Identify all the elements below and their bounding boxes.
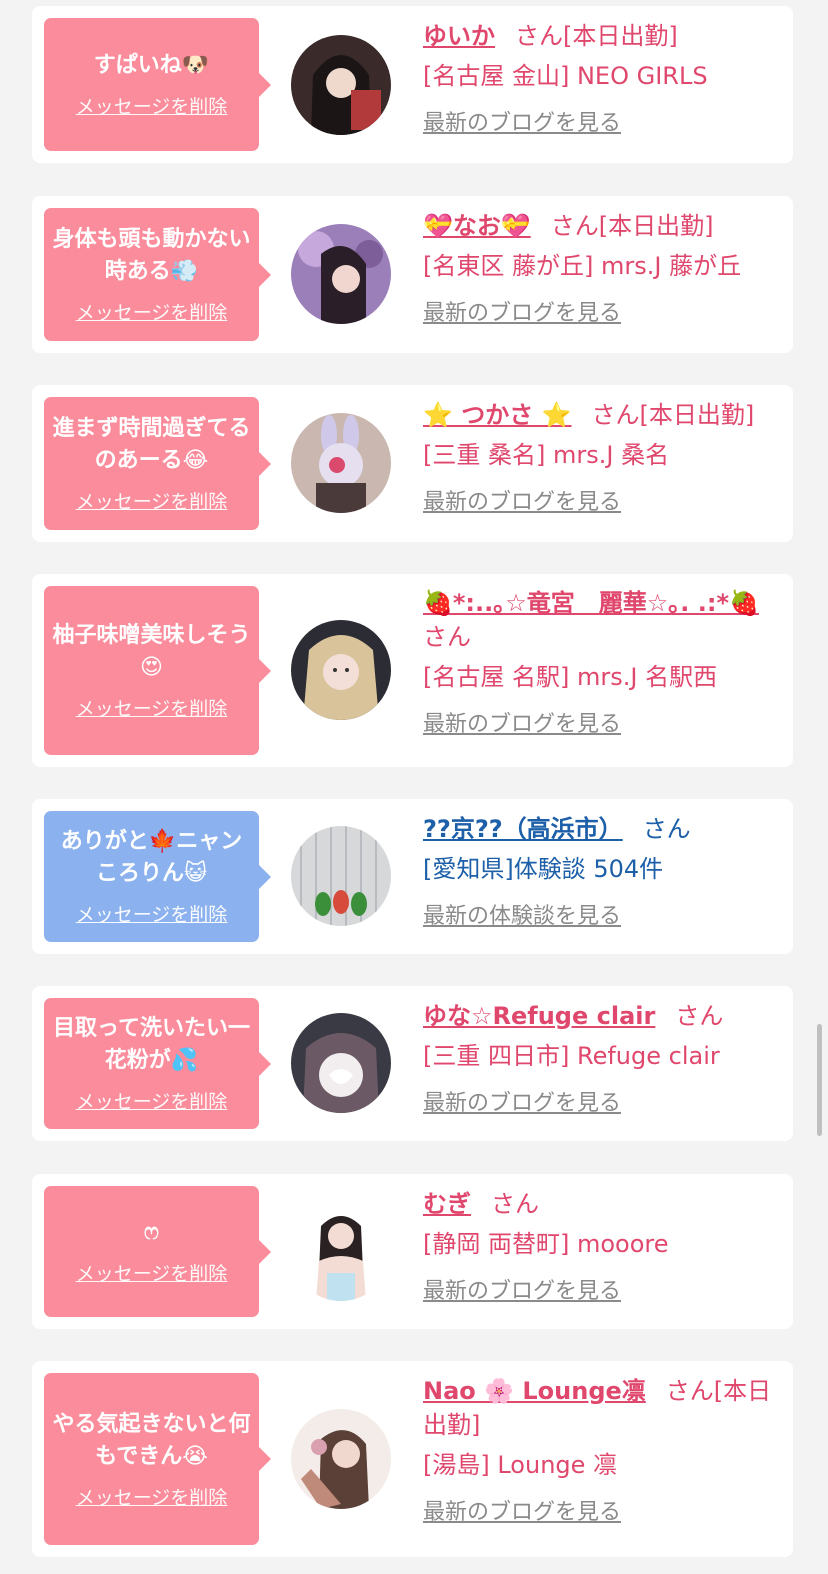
work-status: [本日出勤]	[639, 401, 755, 429]
cast-info: ゆな☆Refuge clair さん [三重 四日市] Refuge clair …	[423, 999, 779, 1117]
shop-info: [湯島] Lounge 凛	[423, 1451, 618, 1479]
honorific: さん	[515, 22, 563, 50]
message-card: 身体も頭も動かない時ある💨 メッセージを削除 💝なお💝 さん[本日出勤] [名東区…	[32, 196, 793, 353]
message-card: やる気起きないと何もできん😭 メッセージを削除 Nao 🌸 Lounge凛 さん[…	[32, 1361, 793, 1557]
honorific: さん	[491, 1190, 539, 1218]
message-bubble: やる気起きないと何もできん😭 メッセージを削除	[44, 1373, 271, 1545]
message-bubble: 柚子味噌美味しそう😍 メッセージを削除	[44, 586, 271, 755]
latest-blog-link[interactable]: 最新のブログを見る	[423, 295, 621, 327]
message-text: やる気起きないと何もできん😭	[52, 1411, 251, 1469]
message-text: ෆ	[144, 1220, 159, 1245]
delete-message-link[interactable]: メッセージを削除	[76, 900, 228, 927]
latest-review-link[interactable]: 最新の体験談を見る	[423, 898, 621, 930]
cast-name-link[interactable]: むぎ	[423, 1190, 471, 1218]
cast-name-link[interactable]: 💝なお💝	[423, 212, 531, 240]
latest-blog-link[interactable]: 最新のブログを見る	[423, 484, 621, 516]
cast-info: 🍓*:..｡☆竜宮 麗華☆｡. .:*🍓 さん [名古屋 名駅] mrs.J 名…	[423, 586, 779, 738]
latest-blog-link[interactable]: 最新のブログを見る	[423, 105, 621, 137]
message-bubble: ありがと🍁ニャンころりん😺 メッセージを削除	[44, 811, 271, 942]
avatar[interactable]	[291, 620, 391, 720]
message-bubble: 進まず時間過ぎてるのあーる😂 メッセージを削除	[44, 397, 271, 530]
latest-blog-link[interactable]: 最新のブログを見る	[423, 1273, 621, 1305]
shop-info: [愛知県]体験談 504件	[423, 855, 664, 883]
shop-info: [名古屋 金山] NEO GIRLS	[423, 62, 708, 90]
cast-name-link[interactable]: ⭐ つかさ ⭐	[423, 401, 571, 429]
cast-name-link[interactable]: Nao 🌸 Lounge凛	[423, 1377, 646, 1405]
message-card: すぱいね🐶 メッセージを削除 ゆいか さん[本日出勤] [名古屋 金山] NEO …	[32, 6, 793, 163]
avatar[interactable]	[291, 413, 391, 513]
message-card: 柚子味噌美味しそう😍 メッセージを削除 🍓*:..｡☆竜宮 麗華☆｡. .:*🍓…	[32, 574, 793, 767]
work-status: [本日出勤]	[598, 212, 714, 240]
delete-message-link[interactable]: メッセージを削除	[76, 298, 228, 325]
avatar[interactable]	[291, 826, 391, 926]
latest-blog-link[interactable]: 最新のブログを見る	[423, 706, 621, 738]
honorific: さん	[675, 1002, 724, 1030]
shop-info: [名東区 藤が丘] mrs.J 藤が丘	[423, 252, 742, 280]
honorific: さん	[665, 1377, 714, 1405]
honorific: さん	[550, 212, 599, 240]
cast-name-link[interactable]: ゆいか	[423, 22, 495, 50]
message-bubble: すぱいね🐶 メッセージを削除	[44, 18, 271, 151]
delete-message-link[interactable]: メッセージを削除	[76, 487, 228, 514]
avatar[interactable]	[291, 224, 391, 324]
message-text: ありがと🍁ニャンころりん😺	[60, 829, 243, 886]
delete-message-link[interactable]: メッセージを削除	[76, 92, 228, 119]
avatar[interactable]	[291, 1409, 391, 1509]
delete-message-link[interactable]: メッセージを削除	[76, 1087, 228, 1114]
shop-info: [静岡 両替町] mooore	[423, 1230, 669, 1258]
latest-blog-link[interactable]: 最新のブログを見る	[423, 1085, 621, 1117]
honorific: さん	[591, 401, 640, 429]
message-text: 身体も頭も動かない時ある💨	[52, 227, 251, 284]
message-text: 進まず時間過ぎてるのあーる😂	[52, 416, 251, 473]
cast-info: ゆいか さん[本日出勤] [名古屋 金山] NEO GIRLS 最新のブログを見る	[423, 19, 779, 137]
reviewer-name-link[interactable]: ??京??（高浜市）	[423, 815, 623, 843]
message-card: ありがと🍁ニャンころりん😺 メッセージを削除 ??京??（高浜市） さん [愛知県…	[32, 799, 793, 954]
cast-info: ??京??（高浜市） さん [愛知県]体験談 504件 最新の体験談を見る	[423, 812, 779, 930]
scrollbar[interactable]	[817, 1024, 822, 1136]
shop-info: [三重 桑名] mrs.J 桑名	[423, 441, 670, 469]
message-bubble: 身体も頭も動かない時ある💨 メッセージを削除	[44, 208, 271, 341]
latest-blog-link[interactable]: 最新のブログを見る	[423, 1494, 621, 1526]
cast-info: むぎ さん [静岡 両替町] mooore 最新のブログを見る	[423, 1187, 779, 1305]
shop-info: [名古屋 名駅] mrs.J 名駅西	[423, 663, 718, 691]
message-card: ෆ メッセージを削除 むぎ さん [静岡 両替町] mooore 最新のブログを見…	[32, 1174, 793, 1329]
message-text: すぱいね🐶	[93, 53, 210, 78]
honorific: さん	[642, 815, 691, 843]
avatar[interactable]	[291, 1201, 391, 1301]
shop-info: [三重 四日市] Refuge clair	[423, 1042, 720, 1070]
cast-info: Nao 🌸 Lounge凛 さん[本日出勤] [湯島] Lounge 凛 最新のブ…	[423, 1374, 779, 1526]
avatar[interactable]	[291, 35, 391, 135]
cast-name-link[interactable]: ゆな☆Refuge clair	[423, 1002, 655, 1030]
cast-info: 💝なお💝 さん[本日出勤] [名東区 藤が丘] mrs.J 藤が丘 最新のブログを…	[423, 209, 779, 327]
message-card: 進まず時間過ぎてるのあーる😂 メッセージを削除 ⭐ つかさ ⭐ さん[本日出勤] …	[32, 385, 793, 542]
message-card: 目取って洗いたい一花粉が💦 メッセージを削除 ゆな☆Refuge clair さん…	[32, 986, 793, 1141]
delete-message-link[interactable]: メッセージを削除	[76, 694, 228, 721]
cast-name-link[interactable]: 🍓*:..｡☆竜宮 麗華☆｡. .:*🍓	[423, 589, 759, 617]
message-text: 目取って洗いたい一花粉が💦	[53, 1016, 250, 1073]
message-bubble: ෆ メッセージを削除	[44, 1186, 271, 1317]
message-text: 柚子味噌美味しそう😍	[52, 623, 251, 680]
message-bubble: 目取って洗いたい一花粉が💦 メッセージを削除	[44, 998, 271, 1129]
avatar[interactable]	[291, 1013, 391, 1113]
cast-info: ⭐ つかさ ⭐ さん[本日出勤] [三重 桑名] mrs.J 桑名 最新のブログを…	[423, 398, 779, 516]
work-status: [本日出勤]	[563, 22, 678, 50]
honorific: さん	[423, 623, 471, 651]
delete-message-link[interactable]: メッセージを削除	[76, 1483, 228, 1510]
delete-message-link[interactable]: メッセージを削除	[76, 1259, 228, 1286]
